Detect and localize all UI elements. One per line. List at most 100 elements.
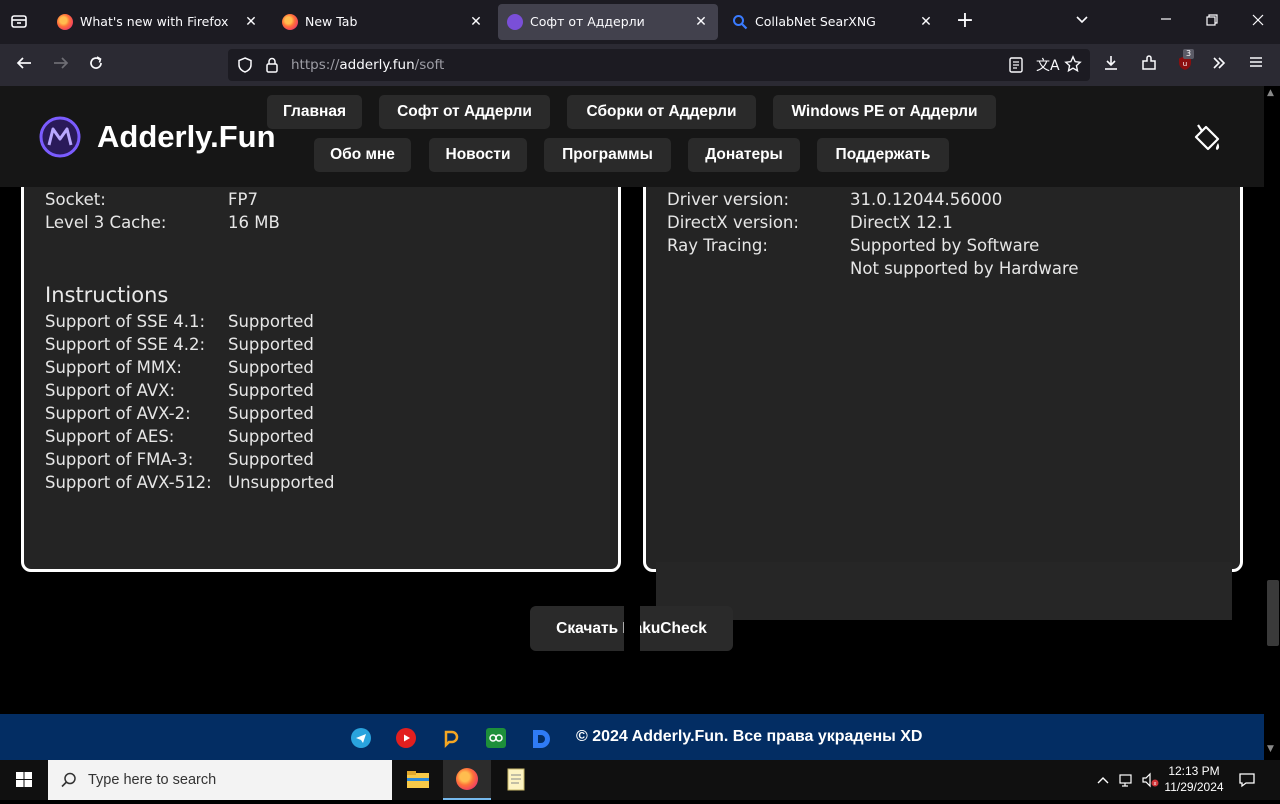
instruction-row: Support of AES: Supported	[45, 427, 314, 446]
tray-clock[interactable]: 12:13 PM 11/29/2024	[1164, 763, 1224, 795]
forward-arrow-icon[interactable]	[50, 54, 72, 76]
translate-icon[interactable]: 文A	[1036, 55, 1060, 75]
tab-label: CollabNet SearXNG	[755, 14, 876, 29]
row-label: Support of AVX:	[45, 381, 176, 400]
telegram-icon[interactable]	[351, 728, 371, 748]
cpu-row-socket: Socket: FP7	[45, 190, 258, 209]
tab-strip: What's new with Firefox ✕ New Tab ✕ Софт…	[0, 0, 1280, 44]
scrollbar-thumb[interactable]	[1267, 580, 1279, 646]
volume-muted-icon[interactable]: x	[1141, 771, 1161, 793]
new-tab-button[interactable]: +	[954, 10, 976, 32]
clock-date: 11/29/2024	[1164, 780, 1224, 794]
lock-icon[interactable]	[264, 56, 280, 78]
tab-adderly-soft[interactable]: Софт от Аддерли ✕	[498, 4, 718, 40]
extensions-icon[interactable]	[1138, 54, 1160, 76]
tab-list-icon[interactable]	[8, 11, 30, 33]
file-explorer-icon[interactable]	[394, 760, 442, 800]
notifications-icon[interactable]	[1238, 771, 1256, 793]
menu-soft[interactable]: Софт от Аддерли	[379, 95, 550, 129]
firefox-icon	[57, 14, 73, 30]
close-icon[interactable]: ✕	[917, 13, 935, 31]
boosty-icon[interactable]	[486, 728, 506, 748]
bookmark-star-icon[interactable]	[1064, 54, 1082, 78]
tray-chevron-up-icon[interactable]	[1096, 772, 1110, 791]
reload-icon[interactable]	[85, 54, 107, 76]
tab-searxng[interactable]: CollabNet SearXNG ✕	[723, 4, 943, 40]
scroll-up-arrow-icon[interactable]: ▲	[1267, 88, 1274, 98]
overflow-chevrons-icon[interactable]	[1208, 54, 1230, 76]
reader-view-icon[interactable]	[1008, 56, 1024, 78]
row-label: Support of MMX:	[45, 358, 182, 377]
row-value: Supported	[228, 381, 314, 400]
menu-donators[interactable]: Донатеры	[688, 138, 800, 172]
row-value: Not supported by Hardware	[850, 259, 1079, 278]
instruction-row: Support of SSE 4.2: Supported	[45, 335, 314, 354]
url-scheme: https://	[291, 57, 340, 73]
scroll-down-arrow-icon[interactable]: ▼	[1267, 744, 1274, 754]
gpu-row-ray-tracing: Ray Tracing: Supported by Software	[667, 236, 1039, 255]
menu-news[interactable]: Новости	[429, 138, 527, 172]
close-icon[interactable]: ✕	[467, 13, 485, 31]
row-value: Supported	[228, 312, 314, 331]
search-icon	[60, 771, 78, 793]
navigation-toolbar: https://adderly.fun/soft 文A u 3	[0, 44, 1280, 86]
menu-home[interactable]: Главная	[267, 95, 362, 129]
donationalerts-icon[interactable]	[441, 728, 461, 749]
firefox-taskbar-icon[interactable]	[443, 760, 491, 800]
firefox-icon	[456, 768, 478, 790]
menu-programs[interactable]: Программы	[544, 138, 671, 172]
tab-label: Софт от Аддерли	[530, 14, 645, 29]
svg-text:x: x	[1154, 781, 1157, 787]
url-host: adderly.fun	[339, 57, 415, 73]
tracking-shield-icon[interactable]	[236, 56, 254, 78]
site-name[interactable]: Adderly.Fun	[97, 119, 276, 155]
extension-badge: 3	[1183, 49, 1195, 59]
url-bar[interactable]: https://adderly.fun/soft 文A	[228, 49, 1090, 81]
site-footer: © 2024 Adderly.Fun. Все права украдены X…	[0, 714, 1264, 760]
page-scrollbar[interactable]: ▲ ▼	[1264, 86, 1280, 760]
render-artifact	[624, 606, 640, 651]
tab-new-tab[interactable]: New Tab ✕	[273, 4, 493, 40]
downloads-icon[interactable]	[1100, 54, 1122, 76]
svg-text:u: u	[1183, 60, 1187, 68]
footer-copyright: © 2024 Adderly.Fun. Все права украдены X…	[576, 728, 923, 745]
close-window-button[interactable]	[1248, 11, 1268, 31]
row-value: Supported	[228, 358, 314, 377]
menu-builds[interactable]: Сборки от Аддерли	[567, 95, 756, 129]
menu-support[interactable]: Поддержать	[817, 138, 949, 172]
instruction-row: Support of AVX-2: Supported	[45, 404, 314, 423]
instruction-row: Support of AVX-512: Unsupported	[45, 473, 335, 492]
close-icon[interactable]: ✕	[242, 13, 260, 31]
paint-bucket-icon[interactable]	[1190, 122, 1224, 156]
row-label: Ray Tracing:	[667, 236, 768, 255]
row-value: DirectX 12.1	[850, 213, 953, 232]
menu-about[interactable]: Обо мне	[314, 138, 411, 172]
instruction-row: Support of FMA-3: Supported	[45, 450, 314, 469]
card-overlap-artifact	[656, 562, 1232, 620]
taskbar-search-box[interactable]: Type here to search	[48, 760, 392, 800]
close-icon[interactable]: ✕	[692, 13, 710, 31]
restore-button[interactable]	[1202, 11, 1222, 31]
row-label: Support of AVX-512:	[45, 473, 212, 492]
row-value: Unsupported	[228, 473, 335, 492]
tab-overflow-chevron-icon[interactable]	[1072, 12, 1092, 32]
adderly-logo-icon[interactable]	[38, 115, 82, 159]
dzen-icon[interactable]	[530, 728, 550, 748]
ublock-extension-icon[interactable]: u 3	[1174, 49, 1196, 76]
row-value: 31.0.12044.56000	[850, 190, 1003, 209]
menu-windows-pe[interactable]: Windows PE от Аддерли	[773, 95, 996, 129]
youtube-icon[interactable]	[396, 728, 416, 748]
back-arrow-icon[interactable]	[13, 54, 35, 76]
gpu-row-driver-version: Driver version: 31.0.12044.56000	[667, 190, 1002, 209]
row-value: Supported	[228, 404, 314, 423]
hamburger-menu-icon[interactable]	[1245, 54, 1267, 76]
notepad-icon[interactable]	[492, 760, 540, 800]
search-placeholder: Type here to search	[88, 772, 217, 788]
tab-firefox-whats-new[interactable]: What's new with Firefox ✕	[48, 4, 268, 40]
minimize-button[interactable]	[1156, 10, 1176, 30]
row-label: Socket:	[45, 190, 106, 209]
url-text[interactable]: https://adderly.fun/soft	[291, 57, 444, 73]
windows-start-icon[interactable]	[0, 760, 48, 800]
network-icon[interactable]	[1118, 771, 1136, 793]
row-label: Driver version:	[667, 190, 790, 209]
